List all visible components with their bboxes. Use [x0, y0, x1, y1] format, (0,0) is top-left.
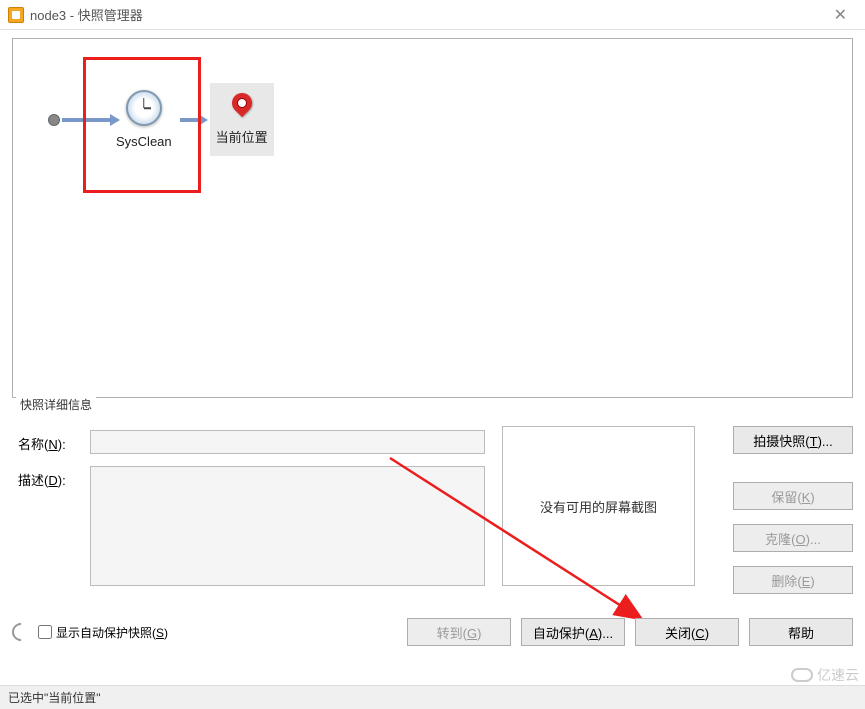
you-are-here-label: 当前位置	[216, 127, 268, 146]
description-label: 描述(D):	[18, 470, 66, 489]
tree-arrow-icon	[180, 118, 200, 122]
close-button[interactable]: 关闭(C)	[635, 618, 739, 646]
snapshot-node-label: SysClean	[116, 134, 172, 149]
keep-button: 保留(K)	[733, 482, 853, 510]
tree-arrow-icon	[62, 118, 112, 122]
app-icon	[8, 7, 24, 23]
help-button[interactable]: 帮助	[749, 618, 853, 646]
take-snapshot-button[interactable]: 拍摄快照(T)...	[733, 426, 853, 454]
show-autoprotect-label: 显示自动保护快照(S)	[56, 624, 168, 641]
close-icon[interactable]: ✕	[824, 1, 857, 29]
screenshot-preview: 没有可用的屏幕截图	[502, 426, 695, 586]
watermark-text: 亿速云	[817, 665, 859, 685]
delete-button: 删除(E)	[733, 566, 853, 594]
restore-icon[interactable]	[8, 619, 33, 644]
watermark: 亿速云	[791, 665, 859, 685]
snapshot-node-sysclean[interactable]: SysClean	[114, 88, 174, 151]
clock-icon	[126, 90, 162, 126]
show-autoprotect-checkbox-input[interactable]	[38, 625, 52, 639]
preview-placeholder: 没有可用的屏幕截图	[540, 497, 657, 516]
window-title: node3 - 快照管理器	[30, 5, 143, 24]
snapshot-tree: SysClean 当前位置	[12, 38, 853, 398]
snapshot-details-group: 快照详细信息 名称(N): 描述(D): 没有可用的屏幕截图 拍摄快照(T)..…	[12, 398, 853, 596]
snapshot-root-icon	[48, 114, 60, 126]
show-autoprotect-checkbox[interactable]: 显示自动保护快照(S)	[38, 624, 168, 641]
action-button-column: 拍摄快照(T)... 保留(K) 克隆(O)... 删除(E)	[733, 426, 853, 594]
titlebar: node3 - 快照管理器 ✕	[0, 0, 865, 30]
autoprotect-button[interactable]: 自动保护(A)...	[521, 618, 625, 646]
status-bar: 已选中"当前位置"	[0, 685, 865, 709]
description-input[interactable]	[90, 466, 485, 586]
bottom-row: 显示自动保护快照(S) 转到(G) 自动保护(A)... 关闭(C) 帮助	[12, 616, 853, 648]
details-legend: 快照详细信息	[16, 396, 96, 413]
name-input[interactable]	[90, 430, 485, 454]
goto-button: 转到(G)	[407, 618, 511, 646]
status-text: 已选中"当前位置"	[8, 689, 101, 706]
pin-icon	[227, 89, 255, 117]
name-label: 名称(N):	[18, 434, 66, 453]
clone-button: 克隆(O)...	[733, 524, 853, 552]
bottom-button-row: 转到(G) 自动保护(A)... 关闭(C) 帮助	[407, 618, 853, 646]
you-are-here-node[interactable]: 当前位置	[210, 83, 274, 156]
